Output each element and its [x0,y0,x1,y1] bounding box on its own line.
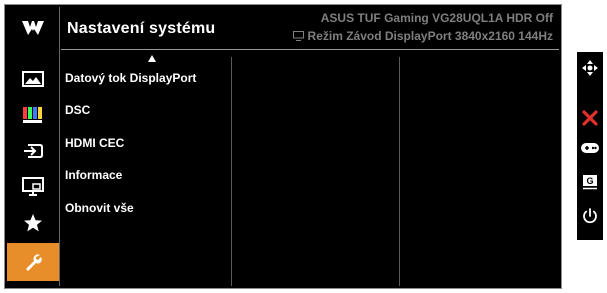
osd-menu: Nastavení systému ASUS TUF Gaming VG28UQ… [4,4,562,289]
monitor-small-icon [292,31,304,41]
page-title: Nastavení systému [67,20,216,37]
input-source-icon [24,144,43,158]
header-divider [61,49,559,50]
menu-item-displayport-stream[interactable]: Datový tok DisplayPort [65,71,196,85]
mode-status-text: Režim Závod DisplayPort 3840x2160 144Hz [307,29,553,43]
power-icon [583,208,597,224]
scroll-up-arrow-icon[interactable] [148,55,156,62]
sidebar-item-color[interactable] [7,97,59,133]
menu-item-dsc[interactable]: DSC [65,103,90,117]
menu-item-hdmi-cec[interactable]: HDMI CEC [65,136,124,150]
mode-status: Režim Závod DisplayPort 3840x2160 144Hz [292,29,553,43]
gameplus-button[interactable]: G [577,170,603,194]
sidebar-item-favorite[interactable] [7,205,59,241]
color-bars-icon [23,107,42,123]
gamepad-icon [581,143,599,153]
tuf-logo-icon [22,21,44,35]
navigation-panel: G [577,52,603,240]
menu-item-reset-all[interactable]: Obnovit vše [65,201,134,215]
menu-item-information[interactable]: Informace [65,168,122,182]
close-button[interactable] [577,106,603,130]
sidebar-item-image[interactable] [7,61,59,97]
sidebar [7,7,60,286]
power-button[interactable] [577,204,603,228]
gamevisual-button[interactable] [577,136,603,160]
gameplus-label: G [586,176,593,186]
sidebar-item-pip[interactable] [7,169,59,205]
tuf-logo [7,7,59,49]
pip-icon [22,177,44,196]
move-button[interactable] [577,56,603,80]
column-divider-2 [399,57,400,286]
close-icon [582,110,598,126]
sidebar-item-system-setup[interactable] [7,243,59,281]
move-dpad-icon [582,60,598,76]
sidebar-item-input[interactable] [7,133,59,169]
header: Nastavení systému ASUS TUF Gaming VG28UQ… [61,7,559,49]
model-status: ASUS TUF Gaming VG28UQL1A HDR Off [320,11,553,25]
gameplus-icon: G [583,175,597,190]
column-divider-1 [231,57,232,286]
image-icon [22,71,44,87]
wrench-icon [26,254,42,271]
star-icon [24,214,42,232]
